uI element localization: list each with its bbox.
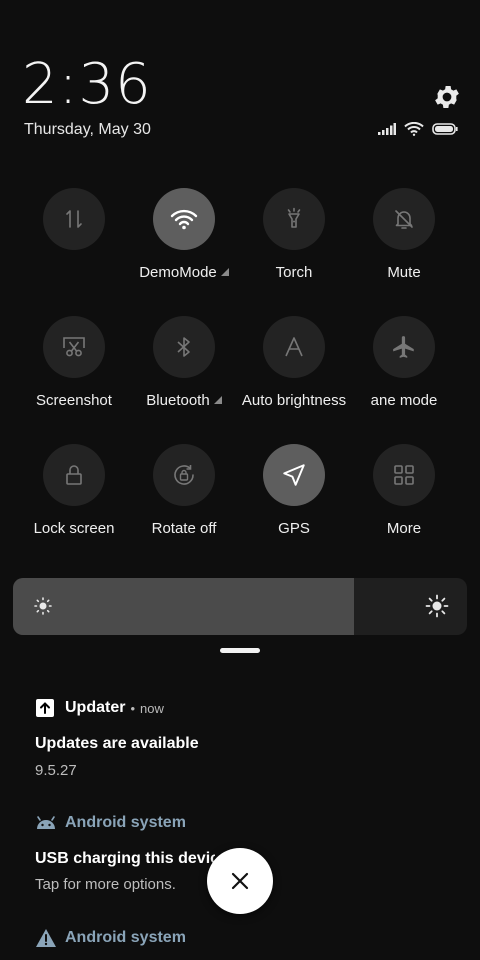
status-icons [378, 122, 458, 136]
notification-title[interactable]: USB charging this device [35, 850, 215, 868]
clock[interactable]: 2:36 [22, 52, 152, 117]
tile-bluetooth[interactable]: Bluetooth [129, 316, 239, 409]
wifi-status-icon [404, 122, 424, 136]
tile-torch[interactable]: Torch [239, 188, 349, 281]
warning-triangle-icon [36, 929, 56, 947]
tile-torch-circle[interactable] [263, 188, 325, 250]
tile-wifi[interactable]: DemoMode [129, 188, 239, 281]
tile-mute[interactable]: Mute [349, 188, 459, 281]
tile-more[interactable]: More [349, 444, 459, 537]
tile-lock-circle[interactable] [43, 444, 105, 506]
tile-label: GPS [278, 520, 310, 537]
notification-app-name: Android system [65, 929, 186, 946]
tile-screenshot[interactable]: Screenshot [19, 316, 129, 409]
notification-android-system-warning-header[interactable]: Android system [35, 928, 186, 948]
tile-label: Mute [387, 264, 421, 281]
close-icon [231, 872, 249, 890]
notification-app-name: Updater [65, 699, 126, 716]
battery-icon [432, 123, 458, 135]
tile-rotate[interactable]: Rotate off [129, 444, 239, 537]
settings-gear-icon[interactable] [432, 82, 462, 112]
notification-time: now [140, 700, 164, 716]
tile-label: More [386, 520, 422, 537]
clear-all-button[interactable] [207, 848, 273, 914]
torch-icon [287, 207, 301, 228]
tile-mobile-data[interactable] [19, 188, 129, 264]
android-robot-icon [37, 816, 55, 829]
navigation-arrow-icon [283, 464, 305, 486]
brightness-low-icon [34, 597, 52, 615]
screenshot-scissors-icon [63, 337, 85, 357]
separator-dot: • [130, 700, 136, 716]
data-arrows-icon [66, 210, 82, 228]
tile-bluetooth-circle[interactable] [153, 316, 215, 378]
tile-wifi-circle[interactable] [153, 188, 215, 250]
tile-label: ane mode [370, 392, 438, 409]
brightness-high-icon [425, 594, 449, 618]
signal-icon [378, 123, 396, 135]
tile-label: Auto brightness [241, 392, 347, 409]
tile-lock-screen[interactable]: Lock screen [19, 444, 129, 537]
notification-updater-header[interactable]: Updater • now [35, 698, 164, 718]
tile-label: Rotate off [151, 520, 217, 537]
tile-airplane-circle[interactable] [373, 316, 435, 378]
tile-auto-brightness[interactable]: Auto brightness [239, 316, 349, 409]
notification-app-name: Android system [65, 814, 186, 831]
lock-icon [66, 465, 82, 485]
tile-bluetooth-label: Bluetooth [146, 392, 210, 409]
dropdown-triangle-icon[interactable] [220, 268, 229, 276]
brightness-slider-fill[interactable] [13, 578, 354, 635]
bell-muted-icon [395, 210, 413, 229]
tile-screenshot-circle[interactable] [43, 316, 105, 378]
tile-label: DemoMode [129, 264, 239, 281]
tile-label: Torch [275, 264, 313, 281]
tile-wifi-label: DemoMode [139, 264, 217, 281]
grid-icon [394, 465, 414, 485]
wifi-icon [170, 209, 198, 230]
brightness-slider[interactable] [13, 578, 467, 635]
notification-text: Tap for more options. [35, 876, 176, 893]
bluetooth-icon [177, 337, 190, 357]
drag-handle[interactable] [220, 648, 260, 653]
notification-title[interactable]: Updates are available [35, 735, 199, 753]
tile-airplane-mode[interactable]: ane mode [349, 316, 459, 409]
tile-label: Screenshot [36, 392, 112, 409]
rotate-lock-icon [174, 465, 194, 485]
letter-a-icon [285, 337, 303, 357]
notification-android-system-header[interactable]: Android system [35, 814, 186, 832]
tile-gps-circle[interactable] [263, 444, 325, 506]
tile-auto-brightness-circle[interactable] [263, 316, 325, 378]
tile-more-circle[interactable] [373, 444, 435, 506]
airplane-icon [393, 336, 414, 358]
tile-gps[interactable]: GPS [239, 444, 349, 537]
tile-label: Lock screen [33, 520, 115, 537]
upload-arrow-icon [36, 699, 54, 717]
notification-text: 9.5.27 [35, 762, 77, 779]
dropdown-triangle-icon[interactable] [213, 396, 222, 404]
tile-mobile-data-circle[interactable] [43, 188, 105, 250]
tile-rotate-circle[interactable] [153, 444, 215, 506]
tile-label: Bluetooth [129, 392, 239, 409]
tile-mute-circle[interactable] [373, 188, 435, 250]
date[interactable]: Thursday, May 30 [24, 121, 151, 139]
